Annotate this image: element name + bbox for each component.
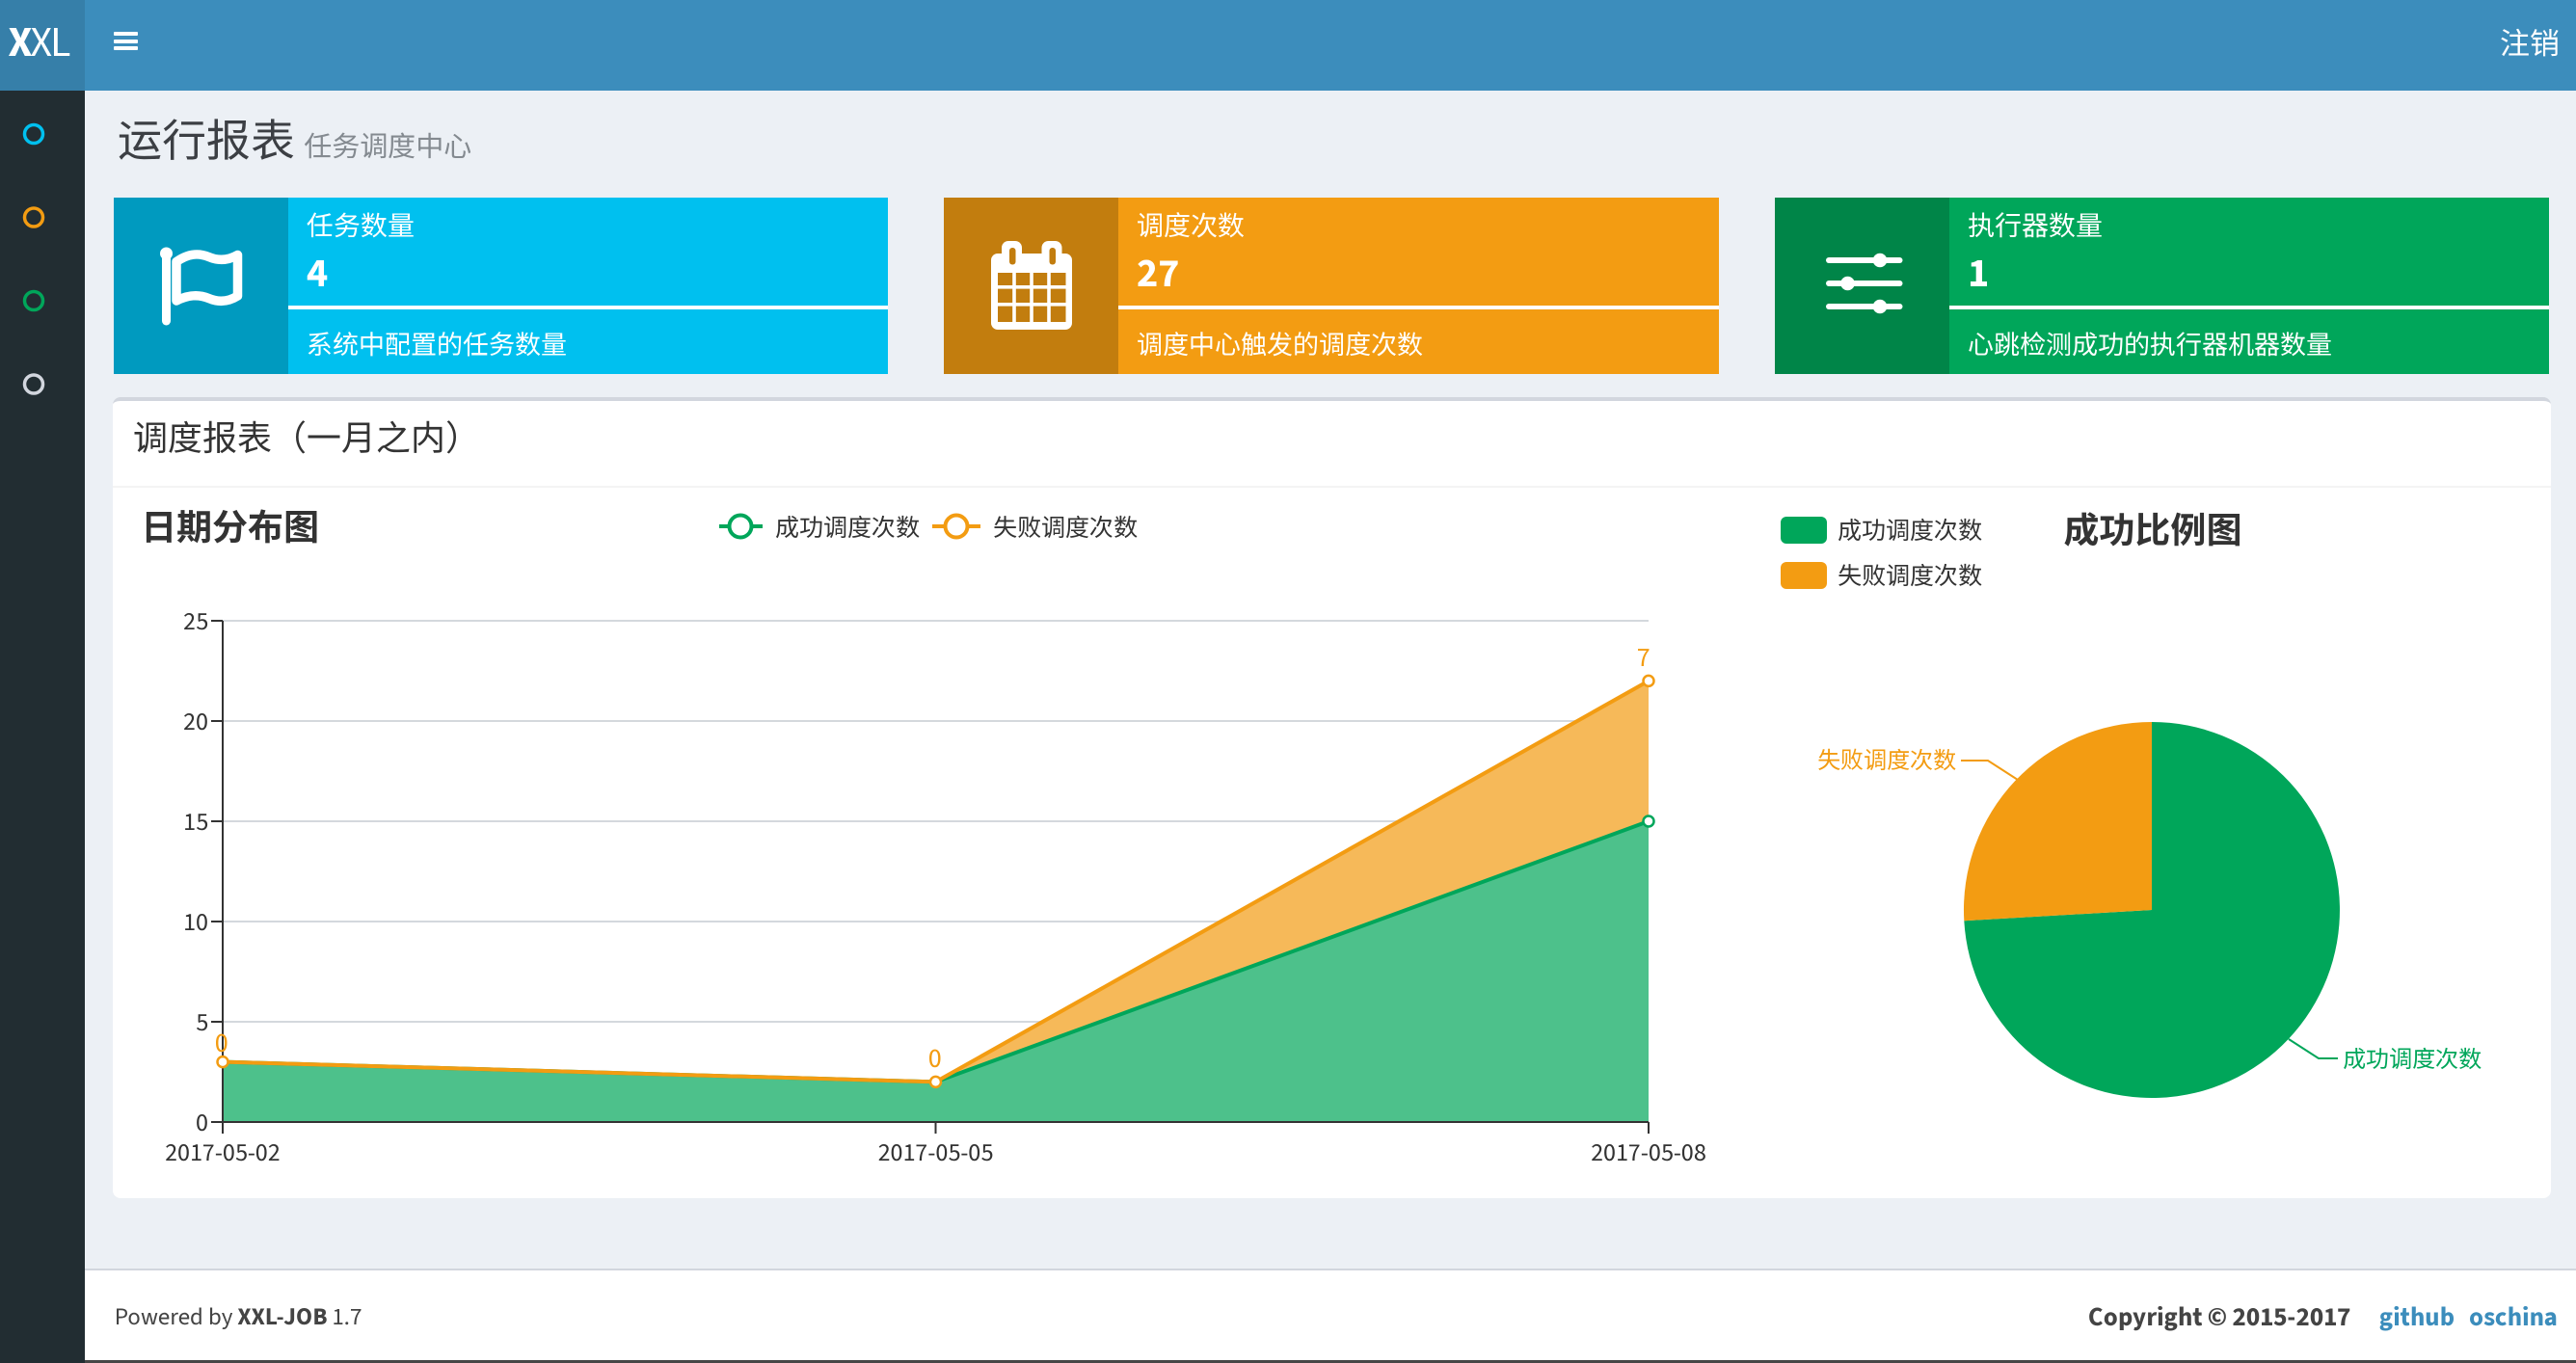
svg-text:2017-05-02: 2017-05-02 [165, 1136, 281, 1171]
svg-text:0: 0 [215, 1025, 228, 1063]
svg-text:5: 5 [196, 1005, 208, 1041]
svg-text:0: 0 [928, 1040, 942, 1079]
svg-text:25: 25 [183, 604, 208, 640]
svg-text:成功调度次数: 成功调度次数 [1838, 514, 1982, 548]
svg-text:失败调度次数: 失败调度次数 [993, 511, 1138, 546]
svg-text:10: 10 [183, 905, 208, 941]
svg-text:15: 15 [183, 805, 208, 841]
svg-text:成功比例图: 成功比例图 [2064, 506, 2242, 557]
svg-text:日期分布图: 日期分布图 [141, 503, 319, 554]
svg-text:2017-05-05: 2017-05-05 [878, 1136, 994, 1171]
svg-text:成功调度次数: 成功调度次数 [775, 511, 920, 546]
svg-text:成功调度次数: 成功调度次数 [2343, 1043, 2482, 1077]
svg-text:2017-05-08: 2017-05-08 [1591, 1136, 1706, 1171]
svg-text:失败调度次数: 失败调度次数 [1838, 559, 1982, 594]
svg-text:20: 20 [183, 705, 208, 740]
svg-text:失败调度次数: 失败调度次数 [1817, 744, 1956, 778]
svg-text:7: 7 [1637, 639, 1650, 678]
